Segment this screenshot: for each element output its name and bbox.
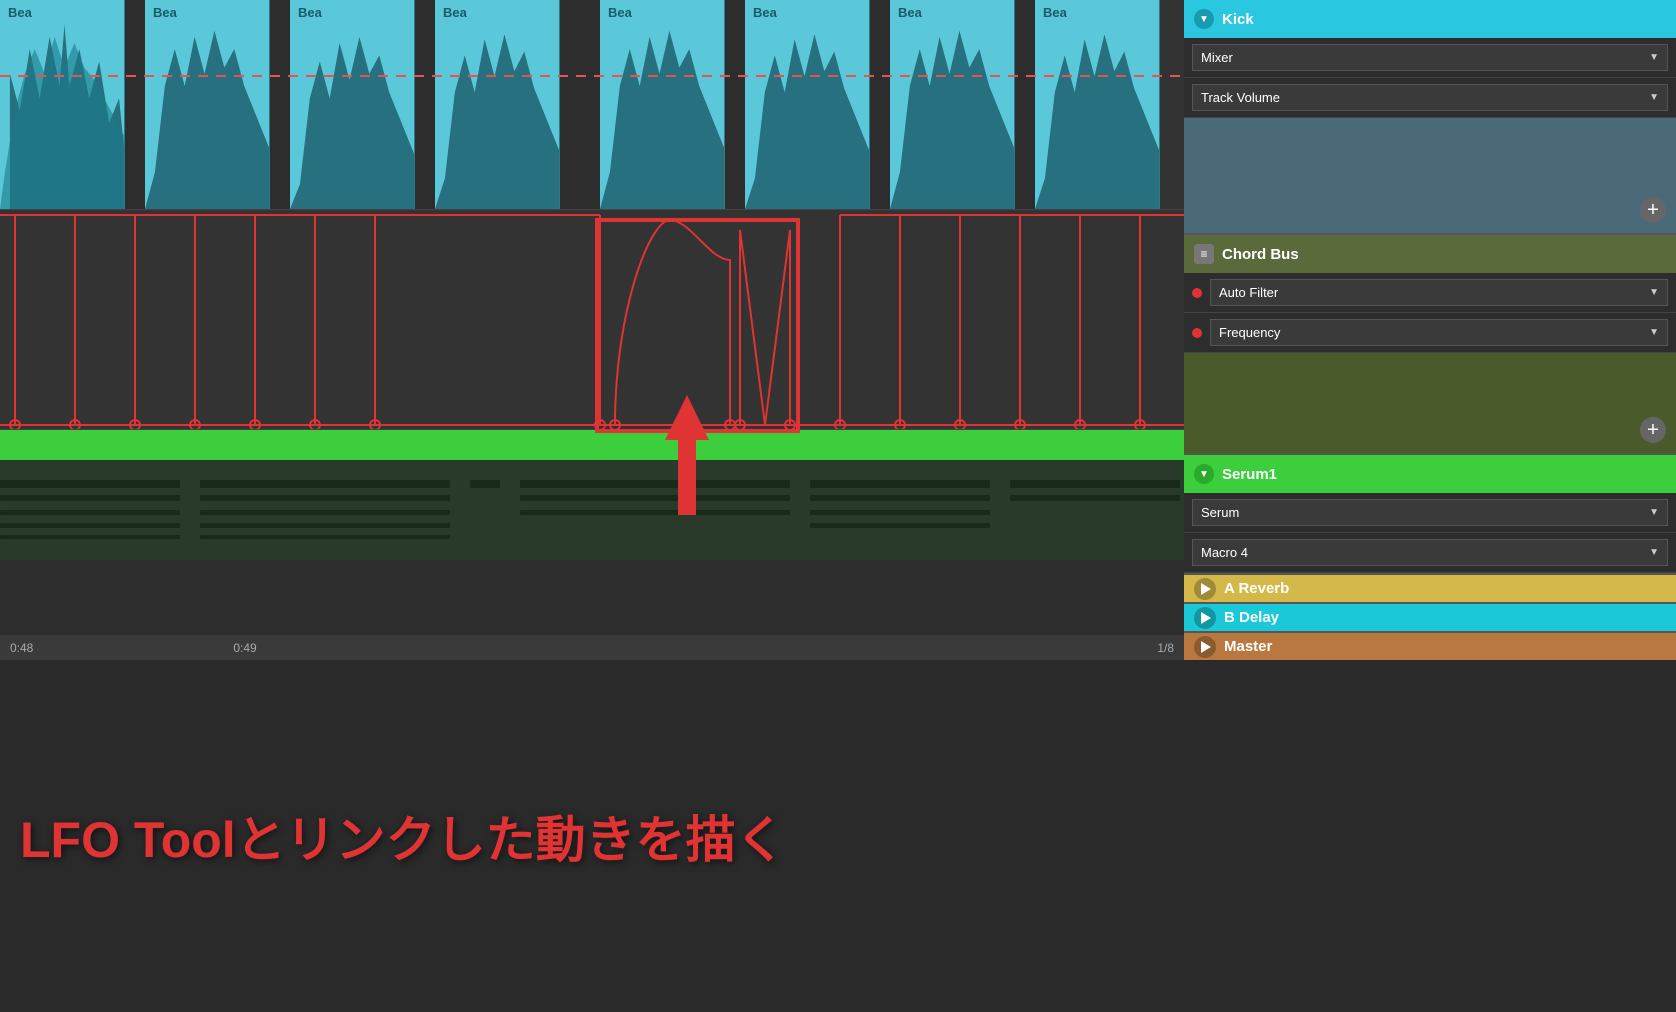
macro4-arrow: ▼ [1649,547,1659,558]
beat-clip-label-3: Bea [298,5,322,20]
beat-clip-label-8: Bea [1043,5,1067,20]
serum-dropdown-row[interactable]: Serum ▼ [1184,493,1676,533]
auto-filter-dropdown[interactable]: Auto Filter ▼ [1210,279,1668,306]
beat-clip-label-4: Bea [443,5,467,20]
annotation-text: LFO Toolとリンクした動きを描く [20,800,786,872]
timestamp-left: 0:48 [10,641,33,655]
mixer-dropdown-arrow: ▼ [1649,52,1659,63]
kick-empty-area: + [1184,118,1676,233]
serum1-track-name: Serum1 [1222,466,1277,483]
b-delay-name: B Delay [1224,609,1279,626]
mixer-dropdown-row[interactable]: Mixer ▼ [1184,38,1676,78]
track-volume-dropdown[interactable]: Track Volume ▼ [1192,84,1668,111]
kick-track-name: Kick [1222,11,1254,28]
beat-clip-label-5: Bea [608,5,632,20]
timestamp-right: 1/8 [1157,641,1174,655]
kick-collapse-arrow[interactable]: ▼ [1194,9,1214,29]
track-volume-dropdown-row[interactable]: Track Volume ▼ [1184,78,1676,118]
chord-bus-icon: ≡ [1194,244,1214,264]
auto-filter-arrow: ▼ [1649,287,1659,298]
beat-clip-label-1: Bea [8,5,32,20]
track-volume-label: Track Volume [1201,90,1649,105]
b-delay-section[interactable]: B Delay [1184,602,1676,631]
auto-filter-dot [1192,288,1202,298]
master-section[interactable]: Master [1184,631,1676,660]
timestamp-mid: 0:49 [233,641,256,655]
chord-bus-header[interactable]: ≡ Chord Bus [1184,235,1676,273]
beat-clip-label-7: Bea [898,5,922,20]
kick-track-header[interactable]: ▼ Kick [1184,0,1676,38]
bottom-area: LFO Toolとリンクした動きを描く [0,660,1676,1012]
macro4-dropdown-row[interactable]: Macro 4 ▼ [1184,533,1676,573]
timestamp-bar: 0:48 0:49 1/8 [0,635,1184,660]
chord-bus-green-area: + [1184,353,1676,453]
a-reverb-section[interactable]: A Reverb [1184,573,1676,602]
auto-filter-label: Auto Filter [1219,285,1649,300]
b-delay-play-icon[interactable] [1194,607,1216,629]
a-reverb-name: A Reverb [1224,580,1289,597]
auto-filter-row[interactable]: Auto Filter ▼ [1184,273,1676,313]
frequency-dropdown[interactable]: Frequency ▼ [1210,319,1668,346]
dashed-red-line [0,75,1184,77]
chord-bus-add-button[interactable]: + [1640,417,1666,443]
mixer-label: Mixer [1201,50,1649,65]
kick-add-button[interactable]: + [1640,197,1666,223]
master-name: Master [1224,638,1272,655]
serum-arrow: ▼ [1649,507,1659,518]
serum1-collapse-arrow[interactable]: ▼ [1194,464,1214,484]
frequency-label: Frequency [1219,325,1649,340]
arrow-annotation [665,395,709,515]
frequency-arrow: ▼ [1649,327,1659,338]
master-play-icon[interactable] [1194,636,1216,658]
beat-clip-label-2: Bea [153,5,177,20]
serum-label: Serum [1201,505,1649,520]
frequency-row[interactable]: Frequency ▼ [1184,313,1676,353]
frequency-dot [1192,328,1202,338]
beat-clip-label-6: Bea [753,5,777,20]
a-reverb-play-icon[interactable] [1194,578,1216,600]
note-track [0,460,1184,560]
track-volume-dropdown-arrow: ▼ [1649,92,1659,103]
serum1-header[interactable]: ▼ Serum1 [1184,455,1676,493]
serum-green-bar [0,430,1184,460]
macro4-dropdown[interactable]: Macro 4 ▼ [1192,539,1668,566]
serum-dropdown[interactable]: Serum ▼ [1192,499,1668,526]
chord-bus-name: Chord Bus [1222,246,1299,263]
mixer-dropdown[interactable]: Mixer ▼ [1192,44,1668,71]
macro4-label: Macro 4 [1201,545,1649,560]
